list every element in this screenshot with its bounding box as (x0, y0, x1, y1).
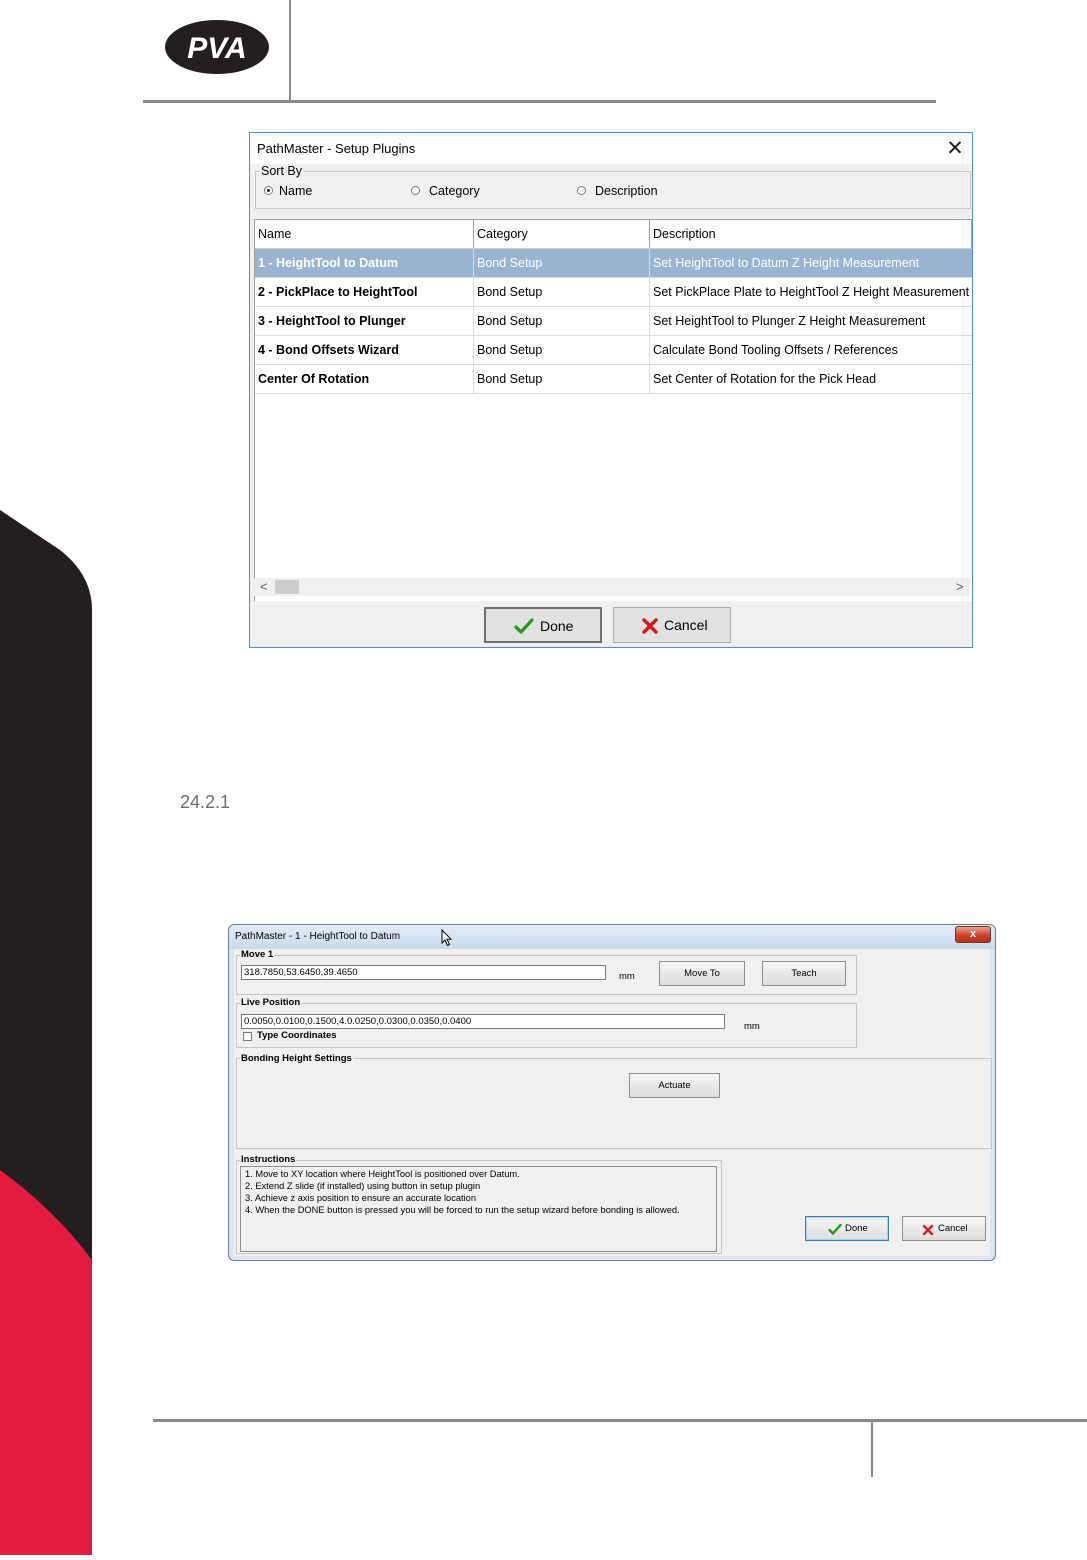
check-icon (828, 1223, 842, 1235)
sort-category-label: Category (429, 184, 480, 198)
window-client: Move 1 318.7850,53.6450,39.4650 mm Move … (234, 949, 992, 1256)
sort-by-legend: Sort By (259, 164, 304, 178)
bonding-height-legend: Bonding Height Settings (240, 1053, 353, 1064)
plugin-description: Calculate Bond Tooling Offsets / Referen… (653, 343, 898, 357)
table-row[interactable]: Center Of Rotation Bond Setup Set Center… (255, 365, 972, 394)
column-header-description[interactable]: Description (650, 220, 972, 249)
table-row[interactable]: 4 - Bond Offsets Wizard Bond Setup Calcu… (255, 336, 972, 365)
footer-divider-vertical (871, 1421, 873, 1477)
teach-button[interactable]: Teach (762, 961, 846, 986)
plugin-category: Bond Setup (474, 249, 650, 278)
move1-coordinates-input[interactable]: 318.7850,53.6450,39.4650 (241, 965, 606, 980)
sort-name-label: Name (279, 184, 313, 198)
close-icon[interactable]: x (955, 926, 991, 943)
move-to-button[interactable]: Move To (659, 961, 745, 986)
type-coordinates-label: Type Coordinates (257, 1030, 337, 1041)
plugin-description: Set HeightTool to Datum Z Height Measure… (653, 256, 920, 270)
plugin-description: Set Center of Rotation for the Pick Head (653, 372, 877, 386)
done-button-label: Done (845, 1223, 868, 1234)
done-button[interactable]: Done (805, 1216, 889, 1241)
plugin-category: Bond Setup (474, 365, 650, 394)
plugin-name: 4 - Bond Offsets Wizard (255, 336, 474, 365)
cancel-button[interactable]: Cancel (613, 607, 731, 643)
window-title: PathMaster - 1 - HeightTool to Datum (235, 931, 401, 942)
check-icon (514, 618, 534, 634)
instruction-line: 4. When the DONE button is pressed you w… (245, 1205, 680, 1215)
table-row[interactable]: 3 - HeightTool to Plunger Bond Setup Set… (255, 307, 972, 336)
radio-icon[interactable] (411, 186, 420, 195)
header-divider (143, 100, 936, 103)
cancel-button-label: Cancel (938, 1223, 968, 1234)
bonding-height-group (236, 1058, 992, 1149)
column-header-name[interactable]: Name (255, 220, 474, 249)
live-position-unit: mm (744, 1021, 760, 1032)
side-decoration (0, 510, 92, 1555)
instruction-line: 2. Extend Z slide (if installed) using b… (245, 1181, 481, 1191)
window-title: PathMaster - Setup Plugins (257, 141, 416, 156)
scroll-left-icon[interactable]: < (260, 578, 268, 596)
plugin-list[interactable]: Name Category Description 1 - HeightTool… (254, 219, 972, 601)
scroll-right-icon[interactable]: > (956, 578, 964, 596)
plugin-category: Bond Setup (474, 278, 650, 307)
svg-text:PVA: PVA (187, 32, 246, 65)
mouse-cursor-icon (441, 929, 453, 947)
cancel-button-label: Cancel (664, 617, 708, 633)
radio-icon[interactable] (577, 186, 586, 195)
plugin-name: 2 - PickPlace to HeightTool (255, 278, 474, 307)
sort-description-label: Description (595, 184, 658, 198)
instructions-legend: Instructions (240, 1154, 297, 1165)
plugin-name: 3 - HeightTool to Plunger (255, 307, 474, 336)
close-icon[interactable]: ✕ (940, 135, 970, 162)
type-coordinates-checkbox[interactable] (243, 1032, 252, 1041)
live-position-input[interactable]: 0.0050,0.0100,0.1500,4.0.0250,0.0300,0.0… (241, 1014, 725, 1029)
done-button-label: Done (540, 618, 574, 634)
plugin-name: 1 - HeightTool to Datum (255, 249, 474, 278)
plugin-name: Center Of Rotation (255, 365, 474, 394)
actuate-button[interactable]: Actuate (629, 1073, 720, 1098)
table-row[interactable]: 1 - HeightTool to Datum Bond Setup Set H… (255, 249, 972, 278)
footer-divider (153, 1419, 1087, 1422)
cancel-button[interactable]: Cancel (902, 1216, 986, 1241)
instruction-line: 3. Achieve z axis position to ensure an … (245, 1193, 477, 1203)
cross-icon (642, 618, 658, 634)
done-button[interactable]: Done (484, 607, 602, 643)
plugin-description: Set PickPlace Plate to HeightTool Z Heig… (653, 285, 970, 299)
move1-unit: mm (619, 971, 635, 982)
instruction-line: 1. Move to XY location where HeightTool … (245, 1169, 520, 1179)
move1-legend: Move 1 (240, 949, 275, 960)
heighttool-datum-window: PathMaster - 1 - HeightTool to Datum x M… (228, 924, 996, 1261)
live-position-legend: Live Position (240, 997, 302, 1008)
scroll-thumb[interactable] (275, 580, 299, 594)
header-divider-vertical (289, 0, 291, 101)
setup-plugins-window: PathMaster - Setup Plugins ✕ Sort By Nam… (249, 132, 973, 648)
cross-icon (922, 1224, 934, 1236)
horizontal-scrollbar[interactable]: < > (254, 578, 970, 596)
pva-logo: PVA (163, 18, 273, 76)
section-number: 24.2.1 (180, 792, 231, 812)
column-header-category[interactable]: Category (474, 220, 650, 249)
plugin-description: Set HeightTool to Plunger Z Height Measu… (653, 314, 926, 328)
instructions-text: 1. Move to XY location where HeightTool … (240, 1166, 717, 1252)
plugin-category: Bond Setup (474, 307, 650, 336)
plugin-category: Bond Setup (474, 336, 650, 365)
table-row[interactable]: 2 - PickPlace to HeightTool Bond Setup S… (255, 278, 972, 307)
radio-selected-icon[interactable] (264, 186, 273, 195)
